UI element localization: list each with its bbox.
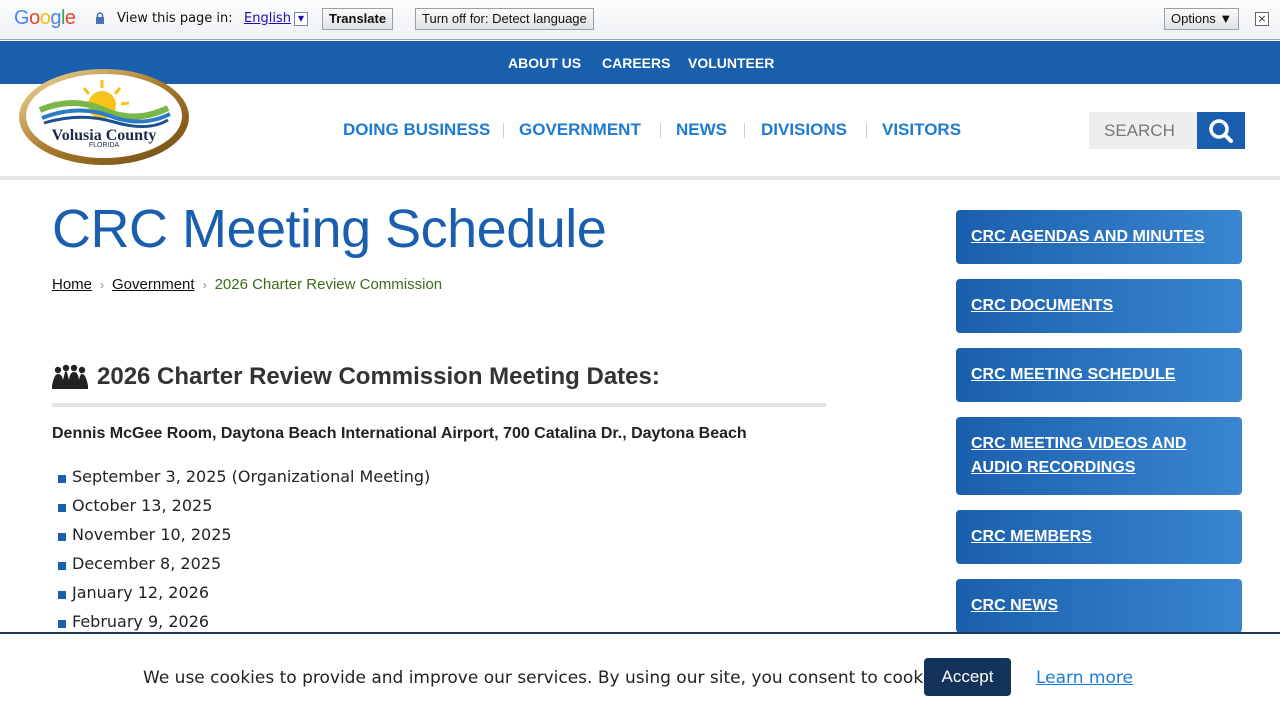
close-icon[interactable]: ×	[1255, 12, 1269, 26]
breadcrumb-home[interactable]: Home	[52, 276, 92, 293]
breadcrumb-government[interactable]: Government	[112, 276, 195, 293]
nav-visitors[interactable]: VISITORS	[882, 120, 961, 140]
section-title: 2026 Charter Review Commission Meeting D…	[97, 363, 660, 390]
nav-divider	[660, 123, 661, 138]
nav-news[interactable]: NEWS	[676, 120, 727, 140]
page-title: CRC Meeting Schedule	[52, 199, 607, 259]
search-input[interactable]: SEARCH	[1089, 112, 1197, 149]
breadcrumb: Home › Government › 2026 Charter Review Comm…	[52, 276, 442, 293]
county-logo[interactable]: Volusia County FLORIDA	[18, 68, 190, 166]
nav-divisions[interactable]: DIVISIONS	[761, 120, 847, 140]
chevron-right-icon: ›	[202, 278, 207, 292]
search-button[interactable]	[1197, 112, 1245, 149]
nav-volunteer[interactable]: VOLUNTEER	[688, 55, 774, 71]
google-logo: Google	[14, 7, 76, 29]
breadcrumb-current: 2026 Charter Review Commission	[214, 276, 443, 293]
search-icon	[1209, 119, 1233, 143]
chevron-down-icon[interactable]: ▼	[294, 12, 308, 26]
bullet-icon	[58, 562, 66, 570]
nav-doing-business[interactable]: DOING BUSINESS	[343, 120, 490, 140]
bullet-icon	[58, 533, 66, 541]
turn-off-button[interactable]: Turn off for: Detect language	[415, 8, 594, 30]
meeting-date: September 3, 2025 (Organizational Meetin…	[72, 467, 431, 486]
bullet-icon	[58, 620, 66, 628]
meeting-dates-list: September 3, 2025 (Organizational Meetin…	[58, 464, 430, 638]
nav-divider	[866, 123, 867, 138]
accept-cookies-button[interactable]: Accept	[924, 658, 1011, 696]
list-item: November 10, 2025	[58, 522, 430, 551]
sidebar-item-documents[interactable]: CRC DOCUMENTS	[956, 279, 1242, 333]
nav-divider	[503, 123, 504, 138]
translate-bar: Google View this page in: English ▼ Tran…	[0, 0, 1280, 40]
list-item: December 8, 2025	[58, 551, 430, 580]
utility-nav: ABOUT US CAREERS VOLUNTEER	[0, 41, 1280, 84]
section-header: 2026 Charter Review Commission Meeting D…	[52, 362, 826, 407]
translate-button[interactable]: Translate	[322, 8, 394, 30]
list-item: October 13, 2025	[58, 493, 430, 522]
meeting-date: February 9, 2026	[72, 612, 210, 631]
bullet-icon	[58, 504, 66, 512]
nav-careers[interactable]: CAREERS	[602, 55, 670, 71]
chevron-right-icon: ›	[100, 278, 105, 292]
list-item: January 12, 2026	[58, 580, 430, 609]
nav-government[interactable]: GOVERNMENT	[519, 120, 641, 140]
meeting-date: December 8, 2025	[72, 554, 222, 573]
lock-icon	[96, 12, 104, 24]
bullet-icon	[58, 475, 66, 483]
sidebar-item-members[interactable]: CRC MEMBERS	[956, 510, 1242, 564]
cookie-message: We use cookies to provide and improve ou…	[143, 668, 953, 688]
learn-more-link[interactable]: Learn more	[1036, 668, 1133, 688]
cookie-banner: We use cookies to provide and improve ou…	[0, 632, 1280, 720]
sidebar-item-meeting-schedule[interactable]: CRC MEETING SCHEDULE	[956, 348, 1242, 402]
nav-divider	[744, 123, 745, 138]
meeting-date: January 12, 2026	[72, 583, 209, 602]
meeting-date: October 13, 2025	[72, 496, 213, 515]
view-page-label: View this page in:	[117, 11, 233, 26]
bullet-icon	[58, 591, 66, 599]
sidebar-item-videos[interactable]: CRC MEETING VIDEOS AND AUDIO RECORDINGS	[956, 417, 1242, 495]
logo-state: FLORIDA	[89, 142, 120, 149]
meeting-location: Dennis McGee Room, Daytona Beach Interna…	[52, 425, 747, 442]
language-select[interactable]: English	[244, 11, 291, 26]
list-item: September 3, 2025 (Organizational Meetin…	[58, 464, 430, 493]
sidebar-item-agendas[interactable]: CRC AGENDAS AND MINUTES	[956, 210, 1242, 264]
options-button[interactable]: Options ▼	[1164, 8, 1240, 30]
meeting-group-icon	[52, 364, 88, 389]
sidebar-item-news[interactable]: CRC NEWS	[956, 579, 1242, 633]
nav-about-us[interactable]: ABOUT US	[508, 55, 581, 71]
meeting-date: November 10, 2025	[72, 525, 232, 544]
